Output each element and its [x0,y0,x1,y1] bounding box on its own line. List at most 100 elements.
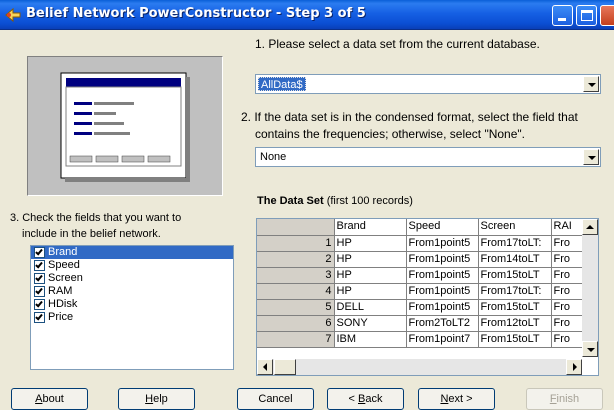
grid-header-row: Brand Speed Screen RAI [257,219,583,236]
grid-vertical-scrollbar[interactable] [582,219,598,357]
table-cell[interactable]: From14toLT [478,251,552,268]
scroll-down-button[interactable] [582,341,598,357]
table-cell[interactable]: HP [334,283,407,300]
arrow-down-icon [587,348,595,352]
field-item-brand[interactable]: Brand [31,246,233,259]
table-row: 6 SONY From2ToLT2 From12toLT Fro [257,315,583,332]
table-cell[interactable]: From2ToLT2 [406,315,479,332]
table-cell[interactable]: Fro [551,251,583,268]
table-cell[interactable]: Fro [551,331,583,348]
field-label: HDisk [48,298,78,310]
table-cell[interactable]: From12toLT [478,315,552,332]
arrow-up-icon [586,225,594,229]
screen-checkbox[interactable] [34,273,45,284]
field-checklist[interactable]: Brand Speed Screen RAM HDisk Price [30,245,234,370]
row-number: 3 [257,267,335,284]
column-header[interactable]: Speed [406,219,479,236]
finish-button[interactable]: Finish [526,388,603,410]
table-row: 2 HP From1point5 From14toLT Fro [257,251,583,268]
cancel-button[interactable]: Cancel [237,388,314,410]
price-checkbox[interactable] [34,312,45,323]
back-label-suffix: ack [365,393,383,405]
field-item-price[interactable]: Price [31,311,233,324]
step2-instruction-line1: 2. If the data set is in the condensed f… [241,110,578,124]
frequency-field-value: None [260,151,287,163]
checkmark-icon [35,299,43,308]
table-cell[interactable]: Fro [551,235,583,252]
grid-horizontal-scrollbar[interactable] [257,359,582,375]
help-accelerator: H [145,393,154,405]
arrow-left-icon [263,363,267,371]
table-cell[interactable]: DELL [334,299,407,316]
table-cell[interactable]: Fro [551,283,583,300]
field-item-speed[interactable]: Speed [31,259,233,272]
back-button[interactable]: < Back [327,388,404,410]
ram-checkbox[interactable] [34,286,45,297]
table-cell[interactable]: Fro [551,267,583,284]
row-number: 1 [257,235,335,252]
table-cell[interactable]: From15toLT [478,331,552,348]
field-label: Speed [48,259,80,271]
next-button[interactable]: Next > [418,388,495,410]
table-cell[interactable]: HP [334,235,407,252]
scroll-right-button[interactable] [566,359,582,375]
about-label-suffix: bout [42,393,64,405]
close-button[interactable] [600,5,614,26]
table-cell[interactable]: From15toLT [478,267,552,284]
table-cell[interactable]: From15toLT [478,299,552,316]
table-cell[interactable]: From17toLT: [478,283,552,300]
dataset-dropdown-arrow[interactable] [583,76,599,92]
scroll-left-button[interactable] [257,359,273,375]
checkmark-icon [35,312,43,321]
maximize-icon [581,10,593,21]
field-item-screen[interactable]: Screen [31,272,233,285]
table-cell[interactable]: From1point7 [406,331,479,348]
cancel-label: Cancel [258,393,293,405]
dataset-dropdown[interactable]: AllData$ [255,74,601,94]
row-number: 7 [257,331,335,348]
table-cell[interactable]: From1point5 [406,235,479,252]
dataset-heading: The Data Set [257,195,324,207]
horizontal-scroll-thumb[interactable] [274,359,296,375]
field-item-ram[interactable]: RAM [31,285,233,298]
step3-instruction-line1: 3. Check the fields that you want to [10,212,182,224]
about-button[interactable]: About [11,388,88,410]
maximize-button[interactable] [576,5,597,26]
field-item-hdisk[interactable]: HDisk [31,298,233,311]
frequency-field-dropdown[interactable]: None [255,147,601,167]
finish-label-suffix: inish [556,393,580,405]
table-cell[interactable]: From1point5 [406,299,479,316]
back-label-prefix: < [348,393,358,405]
hdisk-checkbox[interactable] [34,299,45,310]
chevron-down-icon [588,156,596,160]
table-cell[interactable]: Fro [551,299,583,316]
column-header[interactable]: RAI [551,219,583,236]
table-cell[interactable]: From1point5 [406,283,479,300]
brand-checkbox[interactable] [34,247,45,258]
table-cell[interactable]: Fro [551,315,583,332]
table-cell[interactable]: HP [334,251,407,268]
table-cell[interactable]: IBM [334,331,407,348]
table-cell[interactable]: From1point5 [406,251,479,268]
table-cell[interactable]: From17toLT: [478,235,552,252]
table-cell[interactable]: HP [334,267,407,284]
frequency-field-arrow[interactable] [583,149,599,165]
dataset-heading-row: The Data Set (first 100 records) [257,195,413,207]
speed-checkbox[interactable] [34,260,45,271]
minimize-button[interactable] [552,5,573,26]
field-label: Price [48,311,74,323]
table-cell[interactable]: SONY [334,315,407,332]
field-label: RAM [48,285,73,297]
help-button[interactable]: Help [118,388,195,410]
column-header[interactable]: Brand [334,219,407,236]
dataset-grid[interactable]: Brand Speed Screen RAI 1 HP From1point5 … [256,218,599,376]
finish-accelerator: F [549,393,557,405]
scroll-up-button[interactable] [582,219,598,235]
table-cell[interactable]: From1point5 [406,267,479,284]
column-header[interactable]: Screen [478,219,552,236]
table-row: 7 IBM From1point7 From15toLT Fro [257,331,583,348]
title-bar: Belief Network PowerConstructor - Step 3… [0,0,614,30]
window-title: Belief Network PowerConstructor - Step 3… [26,6,366,21]
dataset-dropdown-value: AllData$ [258,77,306,91]
row-number: 2 [257,251,335,268]
